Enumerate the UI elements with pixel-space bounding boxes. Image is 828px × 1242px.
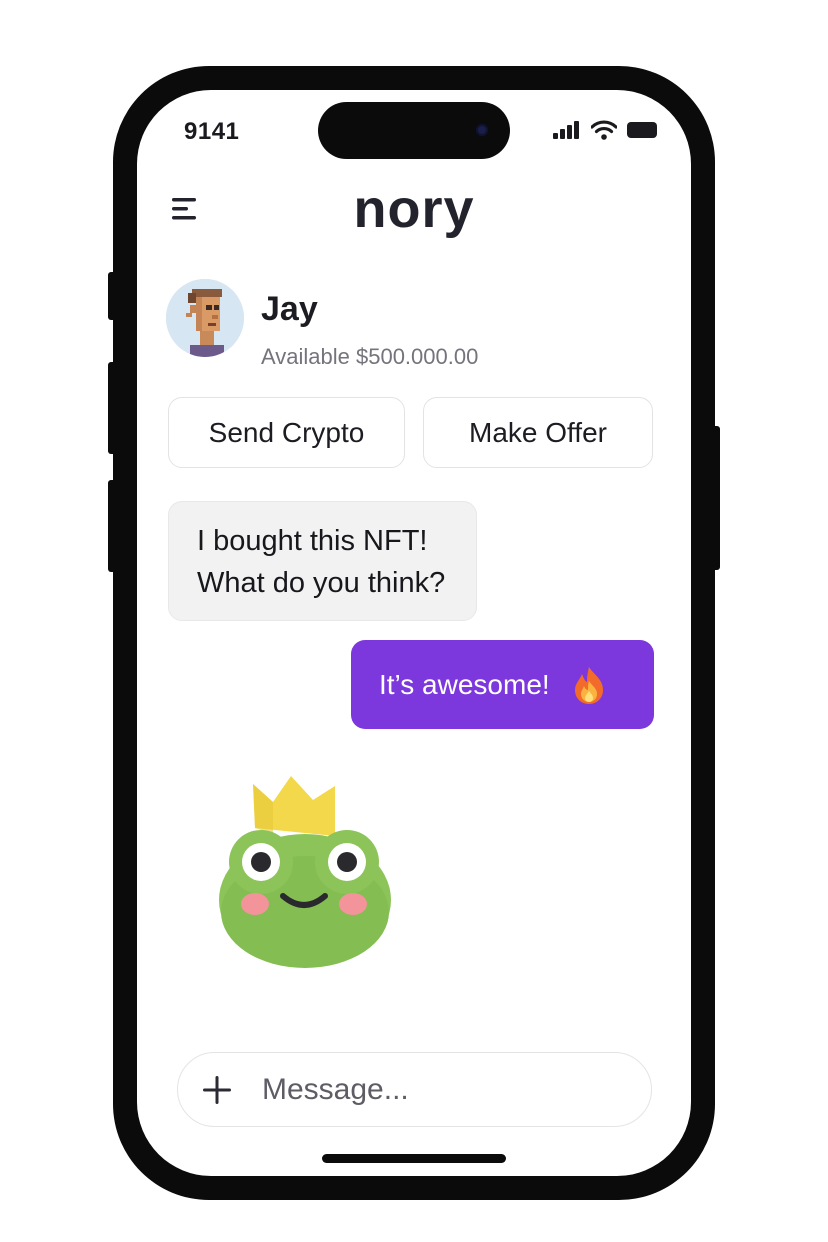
pixel-art-nft-avatar [166, 279, 244, 357]
status-time: 9141 [184, 118, 240, 145]
incoming-message-line: I bought this NFT! [197, 525, 428, 557]
add-attachment-button[interactable] [200, 1073, 234, 1107]
incoming-message-line: What do you think? [197, 567, 446, 599]
message-composer [177, 1052, 652, 1127]
make-offer-button[interactable]: Make Offer [423, 397, 653, 468]
volume-down-button [108, 480, 116, 572]
frog-prince-sticker[interactable] [217, 776, 393, 972]
fire-icon [572, 665, 606, 705]
volume-up-button [108, 362, 116, 454]
action-side-button [108, 272, 116, 320]
outgoing-message-text: It’s awesome! [379, 668, 550, 700]
outgoing-message-bubble: It’s awesome! [351, 640, 654, 729]
power-button [712, 426, 720, 570]
status-icons [553, 120, 659, 140]
message-input[interactable] [262, 1067, 622, 1113]
home-indicator[interactable] [322, 1154, 506, 1163]
contact-balance: Available $500.000.00 [261, 344, 479, 369]
dynamic-island [318, 102, 510, 159]
battery-icon [627, 122, 657, 138]
send-crypto-button[interactable]: Send Crypto [168, 397, 405, 468]
wifi-icon [591, 120, 617, 140]
app-stage: 9141 nory Jay Available $500.000.00 Send… [0, 0, 828, 1242]
plus-icon [203, 1076, 231, 1104]
contact-name: Jay [261, 290, 318, 328]
front-camera [476, 124, 488, 136]
cellular-signal-icon [553, 121, 579, 139]
incoming-message-bubble: I bought this NFT! What do you think? [168, 501, 477, 621]
phone-screen: 9141 nory Jay Available $500.000.00 Send… [137, 90, 691, 1176]
avatar[interactable] [166, 279, 244, 357]
app-title: nory [353, 179, 475, 239]
